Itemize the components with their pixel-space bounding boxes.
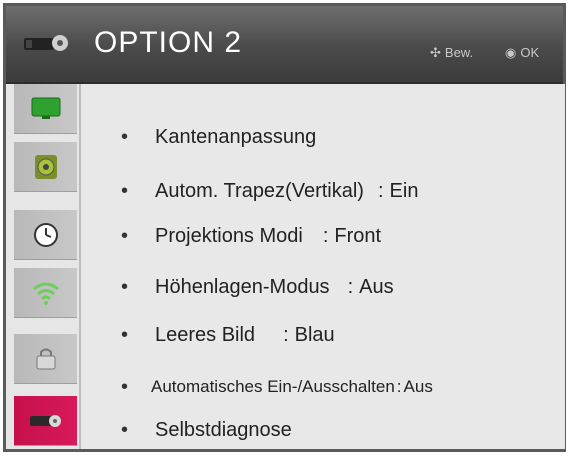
separator-colon: : xyxy=(377,179,384,202)
menu-item-leeres-bild[interactable]: • Leeres Bild : Blau xyxy=(121,320,335,350)
projector-gear-icon xyxy=(24,35,68,51)
wifi-icon xyxy=(32,282,59,305)
menu-item-value: Front xyxy=(334,224,382,247)
menu-item-hoehenlagen[interactable]: • Höhenlagen-Modus : Aus xyxy=(121,272,394,302)
menu-content: • Kantenanpassung • Autom. Trapez(Vertik… xyxy=(79,84,565,449)
menu-item-value: Blau xyxy=(294,323,335,346)
menu-item-label: Höhenlagen-Modus xyxy=(155,275,330,298)
monitor-icon xyxy=(31,97,60,119)
menu-item-label: Kantenanpassung xyxy=(155,125,317,148)
page-title: OPTION 2 xyxy=(94,26,243,59)
bullet: • xyxy=(121,418,129,441)
sidebar-item-audio[interactable] xyxy=(14,142,77,192)
menu-item-kantenanpassung[interactable]: • Kantenanpassung xyxy=(121,122,316,152)
sidebar-item-time[interactable] xyxy=(14,210,77,260)
ok-button-icon: ◉ xyxy=(505,45,517,60)
menu-item-label: Projektions Modi xyxy=(155,224,303,247)
option-menu-window: OPTION 2 ✣ Bew. ◉ OK • Kantenanpassung •… xyxy=(3,3,566,452)
separator-colon: : xyxy=(347,275,354,298)
hint-ok-label: OK xyxy=(520,45,540,60)
menu-item-label: Autom. Trapez(Vertikal) xyxy=(155,179,364,202)
bullet: • xyxy=(121,323,129,346)
separator-colon: : xyxy=(322,224,329,247)
bullet: • xyxy=(121,275,129,298)
bullet: • xyxy=(121,125,129,148)
menu-item-auto-power[interactable]: • Automatisches Ein-/Ausschalten : Aus xyxy=(121,372,433,402)
menu-item-label: Automatisches Ein-/Ausschalten xyxy=(151,377,395,396)
move-arrows-icon: ✣ xyxy=(430,45,441,60)
menu-item-label: Leeres Bild xyxy=(155,323,256,346)
menu-item-value: Aus xyxy=(359,275,394,298)
lock-icon xyxy=(36,348,55,369)
sidebar-item-option[interactable] xyxy=(14,396,77,446)
clock-icon xyxy=(33,222,58,247)
menu-item-label: Selbstdiagnose xyxy=(155,418,292,441)
speaker-icon xyxy=(34,154,57,179)
sidebar-item-picture[interactable] xyxy=(14,84,77,134)
category-sidebar xyxy=(6,84,79,449)
menu-item-selbstdiagnose[interactable]: • Selbstdiagnose xyxy=(121,415,292,445)
bullet: • xyxy=(121,375,129,398)
hint-move: ✣ Bew. xyxy=(430,45,473,61)
sidebar-item-lock[interactable] xyxy=(14,334,77,384)
menu-item-value: Ein xyxy=(389,179,419,202)
bullet: • xyxy=(121,179,129,202)
hint-ok: ◉ OK xyxy=(505,45,539,61)
separator-colon: : xyxy=(396,377,402,396)
hint-move-label: Bew. xyxy=(444,45,474,60)
separator-colon: : xyxy=(283,323,289,346)
projector-gear-icon xyxy=(29,414,61,427)
menu-item-projektion[interactable]: • Projektions Modi : Front xyxy=(121,221,381,251)
sidebar-item-network[interactable] xyxy=(14,268,77,318)
menu-item-trapez[interactable]: • Autom. Trapez(Vertikal) : Ein xyxy=(121,176,418,206)
menu-header: OPTION 2 ✣ Bew. ◉ OK xyxy=(6,6,563,84)
menu-item-value: Aus xyxy=(403,377,433,396)
bullet: • xyxy=(121,224,129,247)
